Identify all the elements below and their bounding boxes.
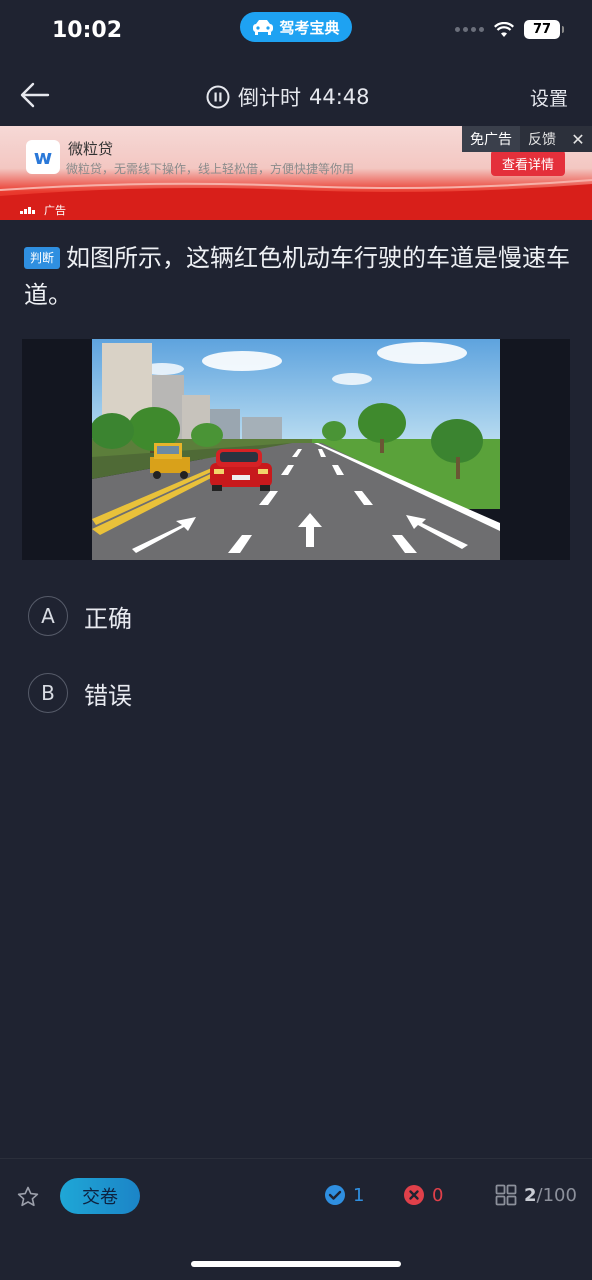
countdown-timer[interactable]: 倒计时 44:48 xyxy=(206,82,370,112)
ad-description: 微粒贷，无需线下操作，线上轻松借，方便快捷等你用 xyxy=(66,162,355,176)
bottom-toolbar: 交卷 1 0 2/100 xyxy=(0,1158,592,1232)
option-b-letter: B xyxy=(28,673,68,713)
total-questions: /100 xyxy=(536,1184,577,1206)
option-b[interactable]: B 错误 xyxy=(28,673,132,713)
home-indicator[interactable] xyxy=(191,1261,401,1267)
question-progress-button[interactable]: 2/100 xyxy=(495,1184,577,1206)
ad-background-wave xyxy=(0,179,592,220)
arrow-left-icon[interactable] xyxy=(18,80,52,110)
option-a-text: 正确 xyxy=(84,604,132,633)
wrong-count: 0 xyxy=(403,1184,443,1206)
car-icon xyxy=(253,20,274,35)
ad-tools: 免广告 反馈 ✕ xyxy=(462,126,592,152)
ad-brand: 微粒贷 xyxy=(68,140,114,158)
option-b-text: 错误 xyxy=(84,681,132,710)
wifi-icon xyxy=(494,21,514,37)
star-outline-icon[interactable] xyxy=(16,1185,40,1209)
nav-bar: 倒计时 44:48 设置 xyxy=(0,62,592,126)
question-text: 如图所示，这辆红色机动车行驶的车道是慢速车道。 xyxy=(24,244,571,309)
option-a-letter: A xyxy=(28,596,68,636)
timer-label: 倒计时 xyxy=(238,86,301,110)
question-type-badge: 判断 xyxy=(24,247,61,269)
submit-exam-button[interactable]: 交卷 xyxy=(60,1178,140,1214)
question-image[interactable] xyxy=(22,339,570,560)
app-indicator-pill[interactable]: 驾考宝典 xyxy=(240,12,352,42)
pause-circle-icon[interactable] xyxy=(206,85,230,109)
correct-count-value: 1 xyxy=(353,1184,365,1206)
current-question-index: 2 xyxy=(524,1184,537,1206)
timer-value: 44:48 xyxy=(309,85,370,109)
grid-icon xyxy=(495,1184,517,1206)
question-text-block: 判断 如图所示，这辆红色机动车行驶的车道是慢速车道。 xyxy=(24,240,572,314)
ad-feedback-button[interactable]: 反馈 xyxy=(520,126,564,152)
wrong-count-value: 0 xyxy=(432,1184,444,1206)
settings-button[interactable]: 设置 xyxy=(530,84,568,111)
ad-label: 广告 xyxy=(20,202,66,218)
ad-banner[interactable]: w 微粒贷 微粒贷，无需线下操作，线上轻松借，方便快捷等你用 查看详情 免广告 … xyxy=(0,126,592,220)
ad-mark-text: 广告 xyxy=(44,204,66,217)
correct-count: 1 xyxy=(324,1184,364,1206)
ad-details-button[interactable]: 查看详情 xyxy=(491,150,565,176)
status-time: 10:02 xyxy=(52,18,123,43)
ad-logo: w xyxy=(26,140,60,174)
cellular-signal-icon xyxy=(455,27,484,32)
status-bar: 10:02 驾考宝典 77 xyxy=(0,0,592,62)
option-a[interactable]: A 正确 xyxy=(28,596,132,636)
check-circle-icon xyxy=(325,1185,345,1205)
x-circle-icon xyxy=(404,1185,424,1205)
battery-icon: 77 xyxy=(524,20,564,39)
status-indicators: 77 xyxy=(455,20,564,39)
remove-ads-button[interactable]: 免广告 xyxy=(462,126,520,152)
close-icon[interactable]: ✕ xyxy=(564,126,592,152)
road-scene-illustration xyxy=(92,339,500,560)
app-name: 驾考宝典 xyxy=(279,18,340,37)
ad-network-icon xyxy=(20,207,35,214)
